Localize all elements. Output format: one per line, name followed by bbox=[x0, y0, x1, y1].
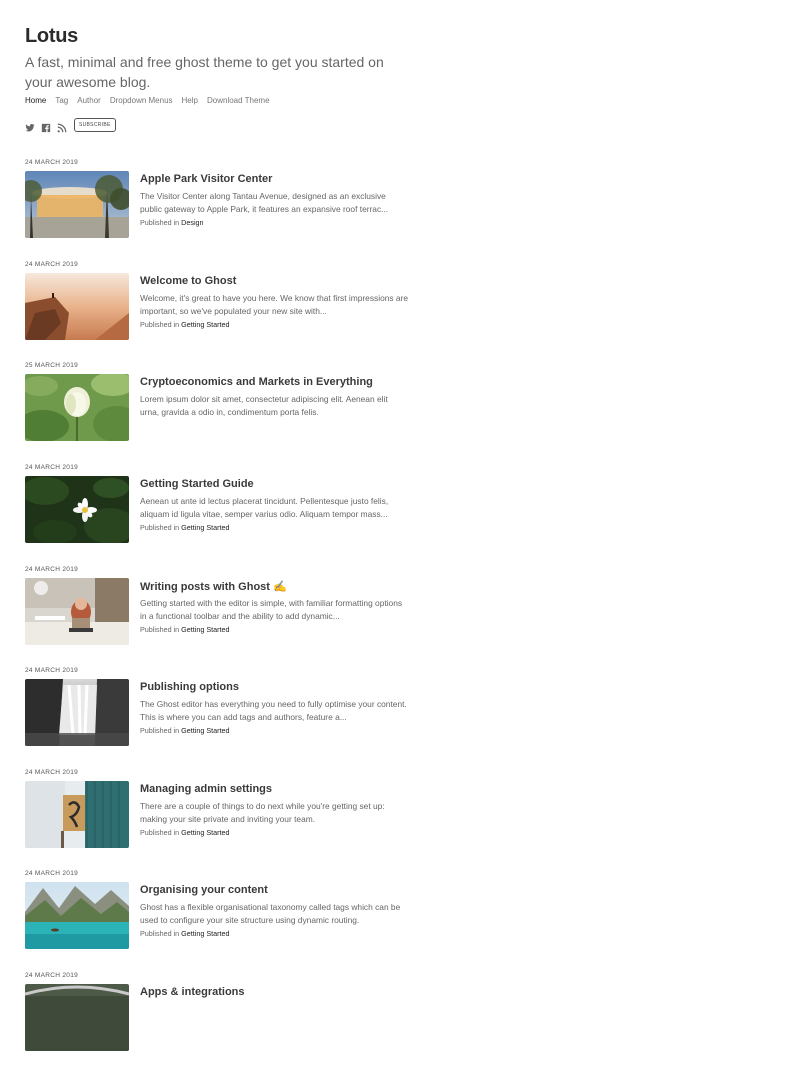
post-card: 25 MARCH 2019 Cryptoeconomics and Market… bbox=[25, 362, 425, 458]
post-meta-prefix: Published in bbox=[140, 523, 180, 532]
post-card: 24 MARCH 2019 Writing posts with Ghost ✍… bbox=[25, 566, 425, 662]
post-meta: Published in Getting Started bbox=[140, 523, 230, 532]
post-card: 24 MARCH 2019 Getting Started Guide Aene… bbox=[25, 464, 425, 560]
post-meta-prefix: Published in bbox=[140, 929, 180, 938]
post-thumbnail[interactable] bbox=[25, 679, 129, 746]
post-thumbnail[interactable] bbox=[25, 171, 129, 238]
post-meta-prefix: Published in bbox=[140, 320, 180, 329]
post-thumbnail[interactable] bbox=[25, 578, 129, 645]
post-meta: Published in Getting Started bbox=[140, 320, 230, 329]
post-thumbnail[interactable] bbox=[25, 781, 129, 848]
post-date: 24 MARCH 2019 bbox=[25, 159, 79, 166]
nav-item-home[interactable]: Home bbox=[25, 96, 46, 105]
rss-icon[interactable] bbox=[57, 120, 67, 133]
post-meta-prefix: Published in bbox=[140, 726, 180, 735]
nav-item-dropdown-menus[interactable]: Dropdown Menus bbox=[110, 96, 173, 105]
post-card: 24 MARCH 2019 Publishing options The Gho… bbox=[25, 667, 425, 763]
post-date: 24 MARCH 2019 bbox=[25, 870, 79, 877]
site-header: Lotus A fast, minimal and free ghost the… bbox=[25, 24, 425, 92]
facebook-icon[interactable] bbox=[41, 120, 51, 133]
post-title[interactable]: Apps & integrations bbox=[140, 986, 245, 998]
post-thumbnail[interactable] bbox=[25, 476, 129, 543]
post-tag-link[interactable]: Getting Started bbox=[181, 523, 229, 532]
main-nav: Home Tag Author Dropdown Menus Help Down… bbox=[25, 96, 270, 105]
post-excerpt: The Visitor Center along Tantau Avenue, … bbox=[140, 191, 389, 214]
post-card: 24 MARCH 2019 Organising your content Gh… bbox=[25, 870, 425, 966]
post-tag-link[interactable]: Getting Started bbox=[181, 828, 229, 837]
post-meta-prefix: Published in bbox=[140, 828, 180, 837]
social-links: SUBSCRIBE bbox=[25, 118, 116, 133]
post-card: 24 MARCH 2019 Welcome to Ghost Welcome, … bbox=[25, 261, 425, 357]
post-excerpt: Lorem ipsum dolor sit amet, consectetur … bbox=[140, 394, 388, 417]
post-title[interactable]: Cryptoeconomics and Markets in Everythin… bbox=[140, 376, 373, 388]
post-title[interactable]: Managing admin settings bbox=[140, 783, 272, 795]
post-tag-link[interactable]: Getting Started bbox=[181, 726, 229, 735]
nav-item-author[interactable]: Author bbox=[77, 96, 101, 105]
post-excerpt: Welcome, it's great to have you here. We… bbox=[140, 293, 408, 316]
post-meta: Published in Getting Started bbox=[140, 828, 230, 837]
post-card: 24 MARCH 2019 Managing admin settings Th… bbox=[25, 769, 425, 865]
post-title[interactable]: Publishing options bbox=[140, 681, 239, 693]
post-excerpt: There are a couple of things to do next … bbox=[140, 801, 385, 824]
post-card: 24 MARCH 2019 Apps & integrations bbox=[25, 972, 425, 1068]
post-card: 24 MARCH 2019 Apple Park Visitor Center … bbox=[25, 159, 425, 255]
post-tag-link[interactable]: Getting Started bbox=[181, 929, 229, 938]
post-meta: Published in Getting Started bbox=[140, 726, 230, 735]
post-date: 24 MARCH 2019 bbox=[25, 769, 79, 776]
post-meta: Published in Getting Started bbox=[140, 929, 230, 938]
post-tag-link[interactable]: Getting Started bbox=[181, 320, 229, 329]
nav-item-tag[interactable]: Tag bbox=[55, 96, 68, 105]
post-thumbnail[interactable] bbox=[25, 882, 129, 949]
post-tag-link[interactable]: Getting Started bbox=[181, 625, 229, 634]
post-excerpt: The Ghost editor has everything you need… bbox=[140, 699, 407, 722]
post-date: 24 MARCH 2019 bbox=[25, 261, 79, 268]
post-excerpt: Aenean ut ante id lectus placerat tincid… bbox=[140, 496, 389, 519]
post-meta-prefix: Published in bbox=[140, 625, 180, 634]
nav-item-help[interactable]: Help bbox=[182, 96, 198, 105]
post-title[interactable]: Apple Park Visitor Center bbox=[140, 173, 272, 185]
post-title[interactable]: Writing posts with Ghost ✍️ bbox=[140, 580, 287, 593]
post-meta-prefix: Published in bbox=[140, 218, 180, 227]
post-meta: Published in Getting Started bbox=[140, 625, 230, 634]
nav-item-download-theme[interactable]: Download Theme bbox=[207, 96, 270, 105]
post-title[interactable]: Welcome to Ghost bbox=[140, 275, 236, 287]
post-date: 24 MARCH 2019 bbox=[25, 464, 79, 471]
post-date: 24 MARCH 2019 bbox=[25, 667, 79, 674]
post-tag-link[interactable]: Design bbox=[181, 218, 203, 227]
site-description: A fast, minimal and free ghost theme to … bbox=[25, 54, 384, 90]
post-thumbnail[interactable] bbox=[25, 273, 129, 340]
post-date: 24 MARCH 2019 bbox=[25, 972, 79, 979]
post-meta: Published in Design bbox=[140, 218, 204, 227]
post-excerpt: Getting started with the editor is simpl… bbox=[140, 598, 403, 621]
post-thumbnail[interactable] bbox=[25, 374, 129, 441]
post-title[interactable]: Organising your content bbox=[140, 884, 268, 896]
twitter-icon[interactable] bbox=[25, 120, 35, 132]
post-excerpt: Ghost has a flexible organisational taxo… bbox=[140, 902, 401, 925]
post-date: 25 MARCH 2019 bbox=[25, 362, 79, 369]
post-title[interactable]: Getting Started Guide bbox=[140, 478, 254, 490]
subscribe-button[interactable]: SUBSCRIBE bbox=[74, 118, 116, 132]
post-date: 24 MARCH 2019 bbox=[25, 566, 79, 573]
post-thumbnail[interactable] bbox=[25, 984, 129, 1051]
site-title[interactable]: Lotus bbox=[25, 24, 425, 48]
